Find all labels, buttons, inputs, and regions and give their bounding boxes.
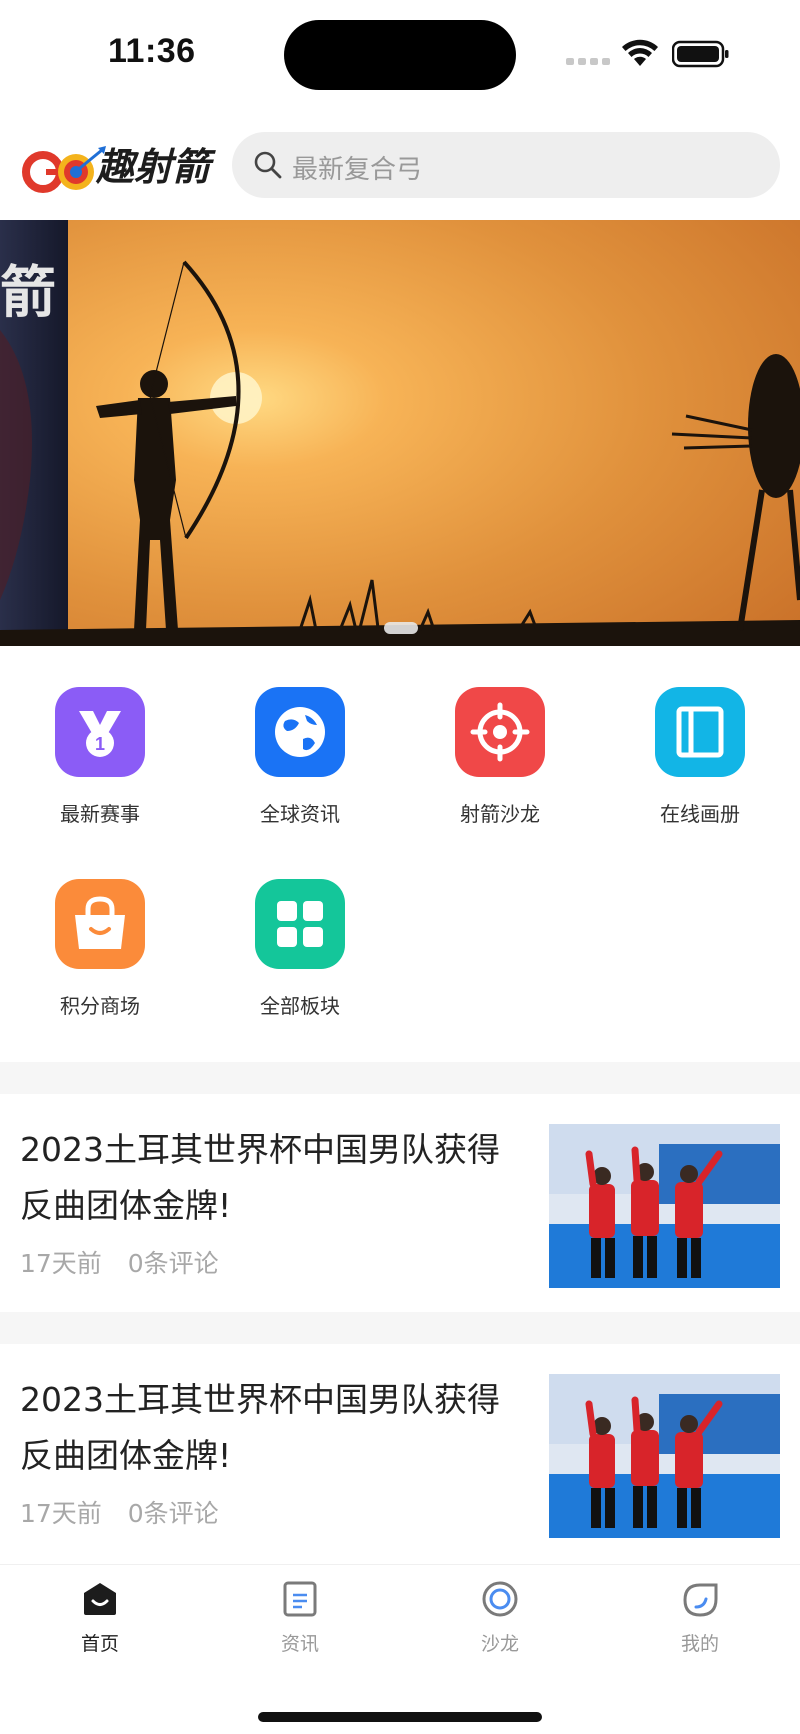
tab-label: 我的 — [680, 1633, 719, 1655]
banner-side-text: 箭 — [0, 260, 56, 326]
search-placeholder: 最新复合弓 — [292, 155, 423, 185]
news-comments: 0条评论 — [127, 1499, 219, 1528]
tab-label: 资讯 — [280, 1633, 319, 1655]
quick-nav-grid: 1 最新赛事 全球资讯 射箭沙龙 在线画册 积分商场 全部板块 — [0, 680, 800, 1050]
nav-item-events[interactable]: 1 最新赛事 — [0, 680, 200, 860]
nav-item-salon[interactable]: 射箭沙龙 — [400, 680, 600, 860]
section-divider — [0, 1312, 800, 1344]
nav-label: 积分商场 — [60, 994, 140, 1018]
tab-profile[interactable]: 我的 — [600, 1579, 800, 1659]
news-time: 17天前 — [20, 1249, 102, 1278]
news-item[interactable]: 2023土耳其世界杯中国男队获得反曲团体金牌! 17天前 0条评论 — [0, 1344, 800, 1562]
nav-label: 最新赛事 — [60, 802, 140, 826]
salon-icon — [482, 1581, 518, 1617]
logo-text: 趣射箭 — [96, 144, 211, 189]
svg-text:1: 1 — [95, 734, 105, 754]
globe-icon — [255, 687, 345, 777]
search-input[interactable]: 最新复合弓 — [232, 132, 780, 198]
news-comments: 0条评论 — [127, 1249, 219, 1278]
cellular-signal-icon — [566, 58, 610, 66]
nav-label: 全球资讯 — [260, 802, 340, 826]
battery-icon — [672, 40, 729, 68]
carousel-indicator[interactable] — [384, 622, 418, 634]
news-icon — [283, 1581, 317, 1617]
status-time: 11:36 — [108, 32, 196, 70]
dynamic-island — [284, 20, 516, 90]
news-meta: 17天前 0条评论 — [20, 1244, 237, 1280]
banner-carousel[interactable]: 箭 — [0, 220, 800, 646]
banner-image: 箭 — [0, 220, 800, 646]
nav-item-global-news[interactable]: 全球资讯 — [200, 680, 400, 860]
tab-label: 沙龙 — [480, 1633, 519, 1655]
search-icon — [254, 151, 282, 179]
news-title: 2023土耳其世界杯中国男队获得反曲团体金牌! — [20, 1380, 500, 1475]
tab-salon[interactable]: 沙龙 — [400, 1579, 600, 1659]
nav-label: 在线画册 — [660, 802, 740, 826]
news-meta: 17天前 0条评论 — [20, 1494, 237, 1530]
tab-label: 首页 — [80, 1633, 119, 1655]
nav-item-all-sections[interactable]: 全部板块 — [200, 872, 400, 1052]
medal-icon: 1 — [55, 687, 145, 777]
nav-item-points-mall[interactable]: 积分商场 — [0, 872, 200, 1052]
status-bar: 11:36 — [0, 0, 800, 110]
nav-item-album[interactable]: 在线画册 — [600, 680, 800, 860]
header: 趣射箭 最新复合弓 — [0, 112, 800, 220]
wifi-icon — [622, 39, 658, 66]
home-indicator[interactable] — [258, 1712, 542, 1722]
section-divider — [0, 1062, 800, 1094]
home-icon — [84, 1583, 116, 1615]
nav-label: 射箭沙龙 — [460, 802, 540, 826]
tab-news[interactable]: 资讯 — [200, 1579, 400, 1659]
nav-label: 全部板块 — [260, 994, 340, 1018]
news-thumbnail — [549, 1124, 780, 1288]
tab-home[interactable]: 首页 — [0, 1579, 200, 1659]
target-icon — [455, 687, 545, 777]
news-thumbnail — [549, 1374, 780, 1538]
news-title: 2023土耳其世界杯中国男队获得反曲团体金牌! — [20, 1130, 500, 1225]
shopping-bag-icon — [55, 879, 145, 969]
profile-icon — [683, 1583, 718, 1617]
album-icon — [655, 687, 745, 777]
news-item[interactable]: 2023土耳其世界杯中国男队获得反曲团体金牌! 17天前 0条评论 — [0, 1094, 800, 1312]
grid-icon — [255, 879, 345, 969]
bottom-tab-bar: 首页 资讯 沙龙 我的 — [0, 1564, 800, 1734]
news-time: 17天前 — [20, 1499, 102, 1528]
